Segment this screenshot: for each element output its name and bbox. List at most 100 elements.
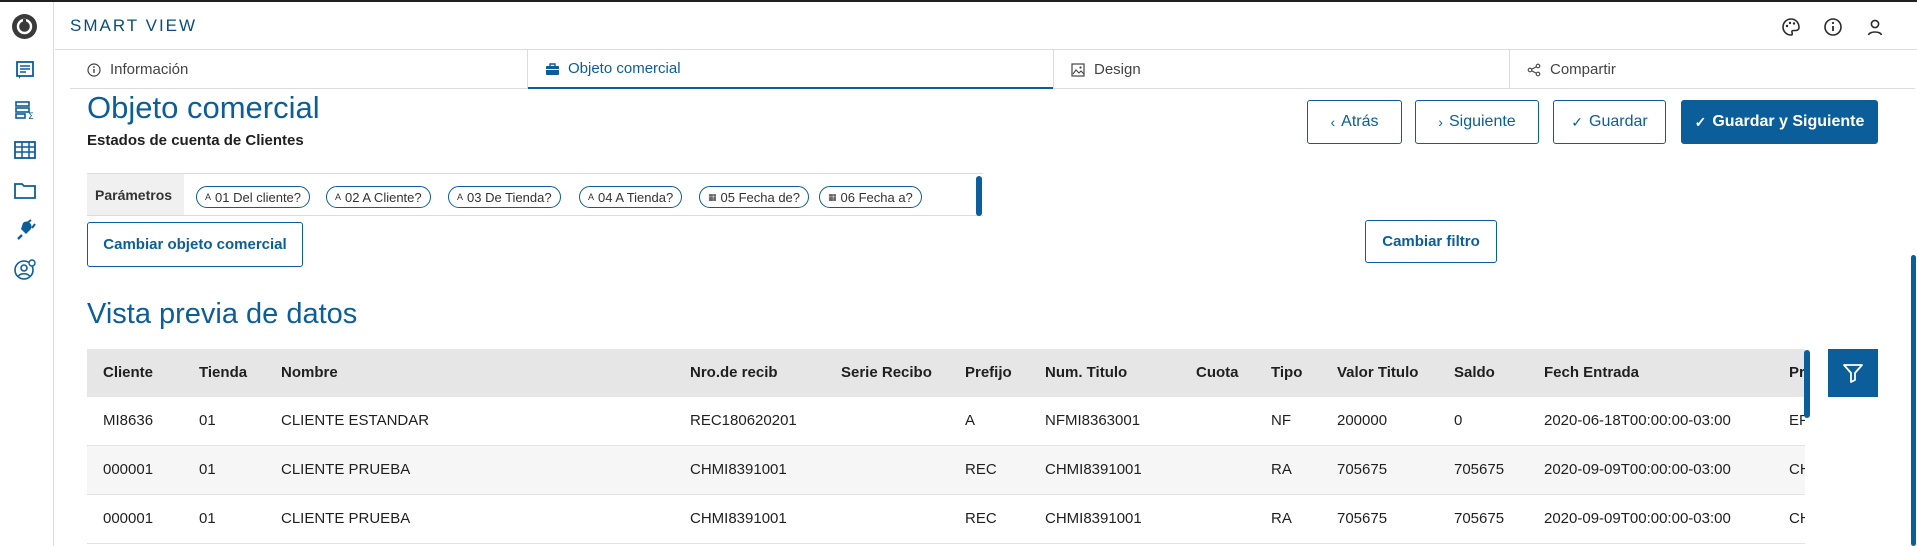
image-icon <box>1071 62 1086 77</box>
tab-label: Compartir <box>1550 61 1616 78</box>
table-cell: CHMI8391001 <box>690 461 787 478</box>
back-button[interactable]: ‹ Atrás <box>1307 100 1402 144</box>
table-cell: CHMI8391001 <box>1045 510 1142 527</box>
page-scrollbar[interactable] <box>1911 255 1916 546</box>
page-subtitle: Estados de cuenta de Clientes <box>87 132 304 149</box>
app-logo-icon[interactable] <box>11 13 38 40</box>
parameter-chip[interactable]: A 02 A Cliente? <box>326 186 431 208</box>
table-cell: A <box>965 412 976 429</box>
table-cell: CLIENTE PRUEBA <box>281 461 411 478</box>
wizard-tabs: Información Objeto comercial Design Comp… <box>70 50 1915 89</box>
svg-text:Σ: Σ <box>28 112 34 120</box>
table-row[interactable]: MI8636 01 CLIENTE ESTANDAR REC180620201 … <box>87 397 1805 446</box>
table-cell: 01 <box>199 461 216 478</box>
table-cell: CHMI8391001 <box>690 510 787 527</box>
table-row[interactable]: 000001 01 CLIENTE PRUEBA CHMI8391001 REC… <box>87 495 1805 544</box>
app-header: SMART VIEW <box>55 2 1917 50</box>
column-header[interactable]: Nro.de recib <box>690 364 778 381</box>
user-settings-icon[interactable] <box>12 257 38 283</box>
check-icon: ✓ <box>1694 113 1707 130</box>
page-title: Objeto comercial <box>87 90 320 125</box>
table-cell: 2020-09-09T00:00:00-03:00 <box>1544 461 1731 478</box>
parameter-chip[interactable]: A 03 De Tienda? <box>448 186 561 208</box>
table-cell: CH <box>1789 461 1805 478</box>
column-header[interactable]: Prefijo <box>965 364 1012 381</box>
table-cell: 000001 <box>103 510 154 527</box>
table-cell: 705675 <box>1337 461 1388 478</box>
briefcase-icon <box>545 61 560 76</box>
calendar-icon: ▦ <box>708 191 717 202</box>
folder-icon[interactable] <box>12 177 38 203</box>
table-cell: NFMI8363001 <box>1045 412 1141 429</box>
table-cell: 2020-09-09T00:00:00-03:00 <box>1544 510 1731 527</box>
left-sidebar: Σ <box>0 2 54 546</box>
table-cell: REC180620201 <box>690 412 797 429</box>
tab-design[interactable]: Design <box>1054 50 1509 89</box>
plug-icon[interactable] <box>12 217 38 243</box>
table-cell: CLIENTE PRUEBA <box>281 510 411 527</box>
table-scrollbar[interactable] <box>1804 350 1810 418</box>
table-cell: 01 <box>199 412 216 429</box>
column-header[interactable]: Tipo <box>1271 364 1302 381</box>
parameters-scrollbar[interactable] <box>976 176 982 216</box>
column-header[interactable]: Nombre <box>281 364 338 381</box>
app-title: SMART VIEW <box>70 16 198 35</box>
data-preview-table: Cliente Tienda Nombre Nro.de recib Serie… <box>87 349 1805 546</box>
column-header[interactable]: Saldo <box>1454 364 1495 381</box>
list-sum-icon[interactable]: Σ <box>12 97 38 123</box>
table-cell: 000001 <box>103 461 154 478</box>
filter-button[interactable] <box>1828 349 1878 397</box>
parameters-label: Parámetros <box>87 174 184 215</box>
table-cell: CH <box>1789 510 1805 527</box>
column-header[interactable]: Cliente <box>103 364 153 381</box>
parameter-chip[interactable]: A 01 Del cliente? <box>196 186 311 208</box>
column-header[interactable]: Fech Entrada <box>1544 364 1639 381</box>
table-cell: 705675 <box>1454 461 1505 478</box>
user-icon[interactable] <box>1864 16 1886 38</box>
parameter-chip[interactable]: A 04 A Tienda? <box>579 186 683 208</box>
parameter-chip[interactable]: ▦ 06 Fecha a? <box>819 186 922 208</box>
tab-compartir[interactable]: Compartir <box>1510 50 1915 89</box>
info-icon[interactable] <box>1822 16 1844 38</box>
column-header[interactable]: Valor Titulo <box>1337 364 1418 381</box>
table-cell: 01 <box>199 510 216 527</box>
text-type-icon: A <box>205 192 212 202</box>
column-header[interactable]: Tienda <box>199 364 247 381</box>
column-header[interactable]: Serie Recibo <box>841 364 932 381</box>
check-icon: ✓ <box>1571 113 1584 130</box>
save-and-next-button[interactable]: ✓ Guardar y Siguiente <box>1681 100 1878 144</box>
table-cell: 2020-06-18T00:00:00-03:00 <box>1544 412 1731 429</box>
table-cell: RA <box>1271 510 1292 527</box>
text-type-icon: A <box>335 192 342 202</box>
table-cell: 0 <box>1454 412 1463 429</box>
tab-objeto-comercial[interactable]: Objeto comercial <box>528 50 1053 89</box>
tab-label: Design <box>1094 61 1141 78</box>
chevron-left-icon: ‹ <box>1330 114 1336 130</box>
palette-icon[interactable] <box>1780 16 1802 38</box>
table-cell: REC <box>965 510 997 527</box>
change-filter-button[interactable]: Cambiar filtro <box>1365 220 1497 263</box>
column-header[interactable]: Pr <box>1789 364 1805 381</box>
table-cell: EF <box>1789 412 1805 429</box>
column-header[interactable]: Num. Titulo <box>1045 364 1127 381</box>
filter-icon <box>1843 364 1863 383</box>
next-button[interactable]: › Siguiente <box>1415 100 1539 144</box>
tab-informacion[interactable]: Información <box>70 50 527 89</box>
table-row[interactable]: 000001 01 CLIENTE PRUEBA CHMI8391001 REC… <box>87 446 1805 495</box>
table-header-row: Cliente Tienda Nombre Nro.de recib Serie… <box>87 349 1805 397</box>
table-icon[interactable] <box>12 137 38 163</box>
change-business-object-button[interactable]: Cambiar objeto comercial <box>87 222 303 267</box>
parameters-bar: Parámetros A 01 Del cliente? A 02 A Client… <box>87 173 983 216</box>
data-preview-title: Vista previa de datos <box>87 298 358 330</box>
text-type-icon: A <box>457 192 464 202</box>
column-header[interactable]: Cuota <box>1196 364 1239 381</box>
report-icon[interactable] <box>12 57 38 83</box>
table-cell: CLIENTE ESTANDAR <box>281 412 430 429</box>
table-cell: NF <box>1271 412 1291 429</box>
save-button[interactable]: ✓ Guardar <box>1553 100 1666 144</box>
table-cell: RA <box>1271 461 1292 478</box>
tab-label: Objeto comercial <box>568 60 681 77</box>
calendar-icon: ▦ <box>828 191 837 202</box>
parameter-chip[interactable]: ▦ 05 Fecha de? <box>699 186 810 208</box>
table-cell: REC <box>965 461 997 478</box>
